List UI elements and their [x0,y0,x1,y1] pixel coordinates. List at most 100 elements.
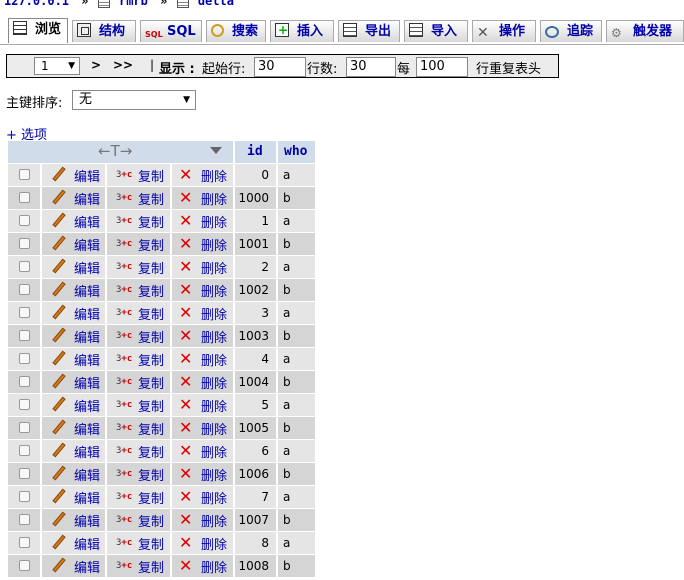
cell-id[interactable]: 0 [235,164,277,186]
copy-action[interactable]: 3+c 复制 [107,302,171,324]
delete-link[interactable]: 删除 [201,235,227,254]
cell-id[interactable]: 1003 [235,325,277,347]
cell-id[interactable]: 7 [235,486,277,508]
row-checkbox[interactable] [19,399,30,410]
edit-action[interactable]: 编辑 [42,302,106,324]
edit-link[interactable]: 编辑 [74,258,100,277]
delete-action[interactable]: ✕ 删除 [172,440,234,462]
edit-action[interactable]: 编辑 [42,325,106,347]
cell-who[interactable]: b [278,325,316,347]
copy-action[interactable]: 3+c 复制 [107,279,171,301]
column-header-who[interactable]: who [278,141,316,163]
row-checkbox[interactable] [19,238,30,249]
row-checkbox[interactable] [19,353,30,364]
copy-action[interactable]: 3+c 复制 [107,417,171,439]
copy-action[interactable]: 3+c 复制 [107,555,171,577]
delete-action[interactable]: ✕ 删除 [172,233,234,255]
tab-structure[interactable]: 结构 [72,20,136,42]
cell-who[interactable]: b [278,187,316,209]
copy-link[interactable]: 复制 [138,350,164,369]
edit-link[interactable]: 编辑 [74,166,100,185]
cell-who[interactable]: b [278,509,316,531]
cell-who[interactable]: a [278,210,316,232]
delete-action[interactable]: ✕ 删除 [172,348,234,370]
cell-who[interactable]: a [278,486,316,508]
copy-link[interactable]: 复制 [138,166,164,185]
delete-link[interactable]: 删除 [201,212,227,231]
edit-action[interactable]: 编辑 [42,532,106,554]
column-resize-icon[interactable]: ←T→ [98,142,132,160]
row-checkbox[interactable] [19,537,30,548]
copy-action[interactable]: 3+c 复制 [107,256,171,278]
row-checkbox[interactable] [19,491,30,502]
copy-action[interactable]: 3+c 复制 [107,463,171,485]
delete-link[interactable]: 删除 [201,304,227,323]
edit-link[interactable]: 编辑 [74,488,100,507]
cell-id[interactable]: 1007 [235,509,277,531]
delete-link[interactable]: 删除 [201,281,227,300]
row-checkbox[interactable] [19,445,30,456]
delete-link[interactable]: 删除 [201,465,227,484]
delete-link[interactable]: 删除 [201,442,227,461]
copy-link[interactable]: 复制 [138,419,164,438]
copy-action[interactable]: 3+c 复制 [107,210,171,232]
edit-action[interactable]: 编辑 [42,555,106,577]
copy-action[interactable]: 3+c 复制 [107,509,171,531]
copy-action[interactable]: 3+c 复制 [107,371,171,393]
copy-action[interactable]: 3+c 复制 [107,394,171,416]
cell-who[interactable]: a [278,394,316,416]
breadcrumb-table[interactable]: delta [198,0,234,8]
cell-who[interactable]: a [278,164,316,186]
copy-action[interactable]: 3+c 复制 [107,348,171,370]
copy-action[interactable]: 3+c 复制 [107,440,171,462]
cell-id[interactable]: 1004 [235,371,277,393]
rows-count-input[interactable]: 30 [346,57,396,77]
delete-action[interactable]: ✕ 删除 [172,394,234,416]
delete-action[interactable]: ✕ 删除 [172,555,234,577]
delete-link[interactable]: 删除 [201,166,227,185]
copy-link[interactable]: 复制 [138,327,164,346]
delete-action[interactable]: ✕ 删除 [172,302,234,324]
delete-link[interactable]: 删除 [201,350,227,369]
cell-id[interactable]: 1008 [235,555,277,577]
breadcrumb-database[interactable]: rmrb [119,0,148,8]
cell-id[interactable]: 1006 [235,463,277,485]
cell-who[interactable]: a [278,256,316,278]
cell-who[interactable]: b [278,417,316,439]
column-header-id[interactable]: id [235,141,277,163]
row-checkbox[interactable] [19,284,30,295]
row-checkbox[interactable] [19,330,30,341]
cell-id[interactable]: 3 [235,302,277,324]
cell-who[interactable]: a [278,532,316,554]
edit-link[interactable]: 编辑 [74,557,100,576]
cell-id[interactable]: 8 [235,532,277,554]
delete-link[interactable]: 删除 [201,557,227,576]
edit-link[interactable]: 编辑 [74,189,100,208]
delete-action[interactable]: ✕ 删除 [172,279,234,301]
tab-import[interactable]: 导入 [404,20,468,42]
edit-action[interactable]: 编辑 [42,394,106,416]
row-checkbox[interactable] [19,307,30,318]
row-checkbox[interactable] [19,376,30,387]
edit-action[interactable]: 编辑 [42,371,106,393]
copy-action[interactable]: 3+c 复制 [107,187,171,209]
copy-action[interactable]: 3+c 复制 [107,233,171,255]
row-checkbox[interactable] [19,169,30,180]
edit-action[interactable]: 编辑 [42,233,106,255]
copy-action[interactable]: 3+c 复制 [107,486,171,508]
column-menu-icon[interactable] [210,147,222,154]
edit-link[interactable]: 编辑 [74,212,100,231]
delete-link[interactable]: 删除 [201,373,227,392]
copy-link[interactable]: 复制 [138,304,164,323]
edit-action[interactable]: 编辑 [42,187,106,209]
delete-action[interactable]: ✕ 删除 [172,371,234,393]
edit-action[interactable]: 编辑 [42,256,106,278]
cell-who[interactable]: a [278,302,316,324]
edit-link[interactable]: 编辑 [74,327,100,346]
delete-action[interactable]: ✕ 删除 [172,187,234,209]
cell-id[interactable]: 1 [235,210,277,232]
copy-link[interactable]: 复制 [138,557,164,576]
copy-link[interactable]: 复制 [138,373,164,392]
tab-tracking[interactable]: 追踪 [540,20,602,42]
copy-action[interactable]: 3+c 复制 [107,164,171,186]
